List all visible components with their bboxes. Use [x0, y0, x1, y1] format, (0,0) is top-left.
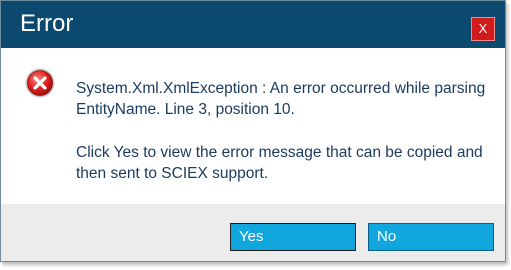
dialog-title: Error [20, 10, 74, 37]
no-button[interactable]: No [368, 223, 494, 251]
yes-button[interactable]: Yes [230, 223, 356, 251]
error-message: System.Xml.XmlException : An error occur… [76, 78, 496, 184]
button-bar: Yes No [1, 204, 505, 261]
title-bar[interactable]: Error X [1, 1, 505, 48]
error-icon [25, 68, 55, 98]
error-message-instruction: Click Yes to view the error message that… [76, 144, 483, 182]
error-dialog: Error X System.Xml.XmlException : An err… [0, 0, 506, 262]
close-button[interactable]: X [471, 17, 495, 41]
message-area: System.Xml.XmlException : An error occur… [1, 48, 505, 204]
error-message-detail: System.Xml.XmlException : An error occur… [76, 80, 486, 118]
